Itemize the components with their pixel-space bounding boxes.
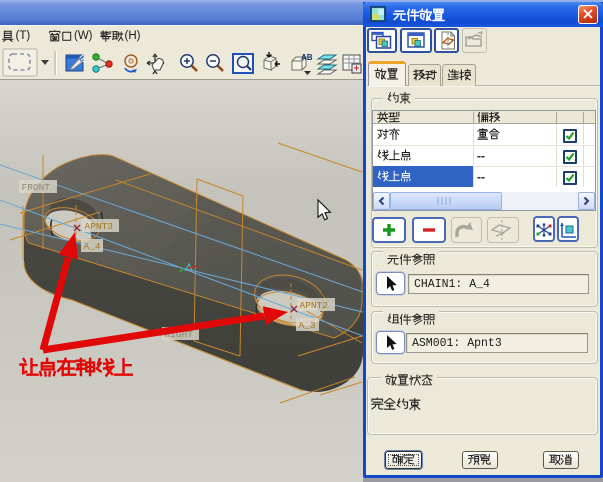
svg-text:APNT2: APNT2 bbox=[300, 300, 329, 311]
svg-text:FRONT: FRONT bbox=[22, 182, 51, 193]
svg-text:AB: AB bbox=[301, 53, 313, 62]
svg-text:A_3: A_3 bbox=[299, 320, 316, 331]
svg-text:A_4: A_4 bbox=[84, 241, 101, 252]
svg-text:APNT3: APNT3 bbox=[85, 221, 114, 232]
